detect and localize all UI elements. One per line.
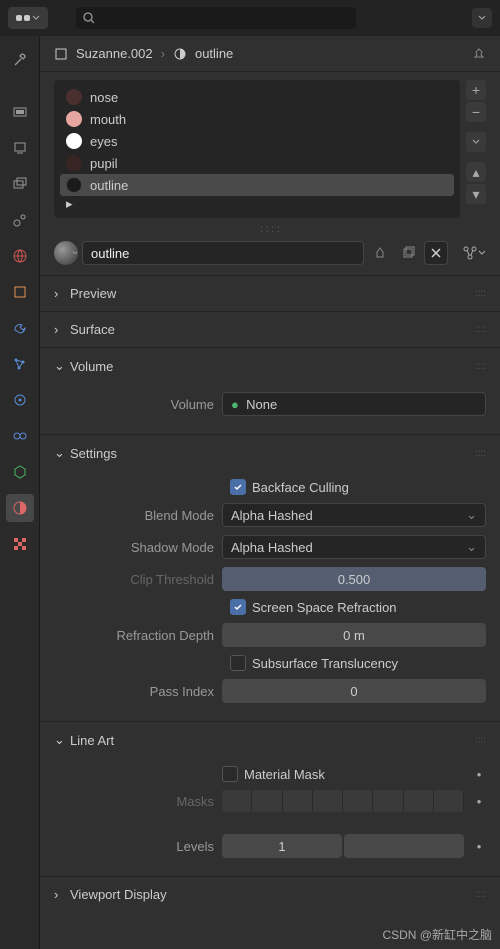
move-slot-down[interactable]: ▾: [466, 184, 486, 204]
panel-surface-header[interactable]: › Surface::::: [40, 312, 500, 347]
panel-settings-header[interactable]: ⌄ Settings::::: [40, 435, 500, 471]
material-slot[interactable]: eyes: [60, 130, 454, 152]
material-browse-dropdown[interactable]: [54, 241, 78, 265]
watermark: CSDN @新缸中之脑: [382, 926, 492, 943]
options-dropdown[interactable]: [472, 8, 492, 28]
panel-preview-header[interactable]: › Preview::::: [40, 276, 500, 311]
material-slot-list[interactable]: nose mouth eyes pupil outline ▸: [54, 80, 460, 218]
tab-render[interactable]: [6, 98, 34, 126]
slot-specials-dropdown[interactable]: [466, 132, 486, 152]
remove-slot-button[interactable]: −: [466, 102, 486, 122]
list-resize-handle[interactable]: : : : :: [40, 222, 500, 237]
levels-end-field[interactable]: [344, 834, 464, 858]
screen-refraction-checkbox[interactable]: [230, 599, 246, 615]
refraction-depth-field[interactable]: 0 m: [222, 623, 486, 647]
tab-texture[interactable]: [6, 530, 34, 558]
editor-type-dropdown[interactable]: [8, 7, 48, 29]
move-slot-up[interactable]: ▴: [466, 162, 486, 182]
node-tree-button[interactable]: [462, 241, 486, 265]
animate-property-icon[interactable]: •: [472, 767, 486, 782]
levels-start-field[interactable]: 1: [222, 834, 342, 858]
tab-viewlayer[interactable]: [6, 170, 34, 198]
pin-icon[interactable]: [472, 47, 486, 61]
chevron-right-icon: ›: [54, 286, 64, 301]
new-material-button[interactable]: [396, 241, 420, 265]
tab-constraints[interactable]: [6, 422, 34, 450]
chevron-down-icon: ⌄: [54, 732, 64, 748]
properties-tabs: [0, 36, 40, 949]
mask-layers: [222, 790, 464, 812]
mesh-icon: [54, 47, 68, 61]
tab-material[interactable]: [6, 494, 34, 522]
subsurface-checkbox[interactable]: [230, 655, 246, 671]
material-icon: [173, 47, 187, 61]
tab-tool[interactable]: [6, 46, 34, 74]
search-icon: [82, 11, 96, 25]
tab-particles[interactable]: [6, 350, 34, 378]
material-mask-checkbox[interactable]: [222, 766, 238, 782]
panel-lineart-header[interactable]: ⌄ Line Art::::: [40, 722, 500, 758]
tab-scene[interactable]: [6, 206, 34, 234]
chevron-down-icon: ⌄: [54, 445, 64, 461]
chevron-right-icon: ›: [54, 887, 64, 902]
tab-physics[interactable]: [6, 386, 34, 414]
tab-world[interactable]: [6, 242, 34, 270]
clip-threshold-field: 0.500: [222, 567, 486, 591]
breadcrumb-object[interactable]: Suzanne.002: [76, 46, 153, 61]
add-slot-button[interactable]: +: [466, 80, 486, 100]
chevron-right-icon: ›: [54, 322, 64, 337]
panel-viewport-header[interactable]: › Viewport Display::::: [40, 877, 500, 912]
breadcrumb: Suzanne.002 › outline: [40, 36, 500, 72]
fake-user-button[interactable]: [368, 241, 392, 265]
blend-mode-select[interactable]: Alpha Hashed⌄: [222, 503, 486, 527]
search-input[interactable]: [76, 7, 356, 29]
shadow-mode-select[interactable]: Alpha Hashed⌄: [222, 535, 486, 559]
tab-object[interactable]: [6, 278, 34, 306]
panel-volume-header[interactable]: ⌄ Volume::::: [40, 348, 500, 384]
material-slot[interactable]: nose: [60, 86, 454, 108]
material-slot[interactable]: pupil: [60, 152, 454, 174]
material-slot[interactable]: mouth: [60, 108, 454, 130]
material-name-input[interactable]: [82, 241, 364, 265]
expand-icon[interactable]: ▸: [66, 196, 73, 212]
tab-output[interactable]: [6, 134, 34, 162]
material-slot[interactable]: outline: [60, 174, 454, 196]
breadcrumb-material[interactable]: outline: [195, 46, 233, 61]
chevron-down-icon: ⌄: [54, 358, 64, 374]
volume-shader-select[interactable]: ● None: [222, 392, 486, 416]
backface-culling-checkbox[interactable]: [230, 479, 246, 495]
tab-modifier[interactable]: [6, 314, 34, 342]
unlink-material-button[interactable]: [424, 241, 448, 265]
volume-label: Volume: [54, 397, 214, 412]
tab-data[interactable]: [6, 458, 34, 486]
pass-index-field[interactable]: 0: [222, 679, 486, 703]
